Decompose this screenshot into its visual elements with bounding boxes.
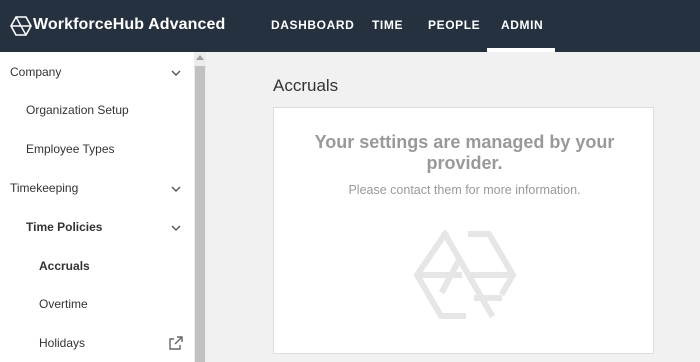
sidebar-item-employee-types[interactable]: Employee Types [26,142,115,156]
card-heading-line-1: Your settings are managed by your [314,132,615,152]
card-subtext: Please contact them for more information… [348,183,581,197]
hexagon-logo-icon[interactable] [10,15,32,37]
sidebar-scrollbar-thumb[interactable] [195,66,205,362]
hexagon-logo-icon [413,229,517,319]
top-navigation-bar: WorkforceHub Advanced DASHBOARD TIME PEO… [0,0,700,52]
page-title: Accruals [273,76,339,95]
sidebar: Company Organization Setup Employee Type… [0,52,194,362]
card-heading-line-2: provider. [426,153,503,173]
brand-name[interactable]: WorkforceHub Advanced [33,16,225,34]
managed-settings-card: Your settings are managed by your provid… [273,107,654,354]
nav-admin[interactable]: ADMIN [501,18,543,32]
sidebar-item-time-policies[interactable]: Time Policies [26,220,102,234]
scroll-up-arrow-icon[interactable] [196,55,204,60]
chevron-down-icon[interactable] [170,222,182,234]
sidebar-item-organization-setup[interactable]: Organization Setup [26,103,129,117]
sidebar-item-accruals[interactable]: Accruals [39,259,90,273]
nav-time[interactable]: TIME [372,18,403,32]
sidebar-item-timekeeping[interactable]: Timekeeping [10,181,78,195]
sidebar-item-holidays[interactable]: Holidays [39,336,85,350]
nav-dashboard[interactable]: DASHBOARD [271,18,354,32]
sidebar-item-company[interactable]: Company [10,65,61,79]
chevron-down-icon[interactable] [170,183,182,195]
external-link-icon[interactable] [168,335,184,351]
sidebar-item-overtime[interactable]: Overtime [39,297,88,311]
nav-people[interactable]: PEOPLE [428,18,480,32]
chevron-down-icon[interactable] [170,67,182,79]
card-heading: Your settings are managed by your provid… [274,132,655,174]
